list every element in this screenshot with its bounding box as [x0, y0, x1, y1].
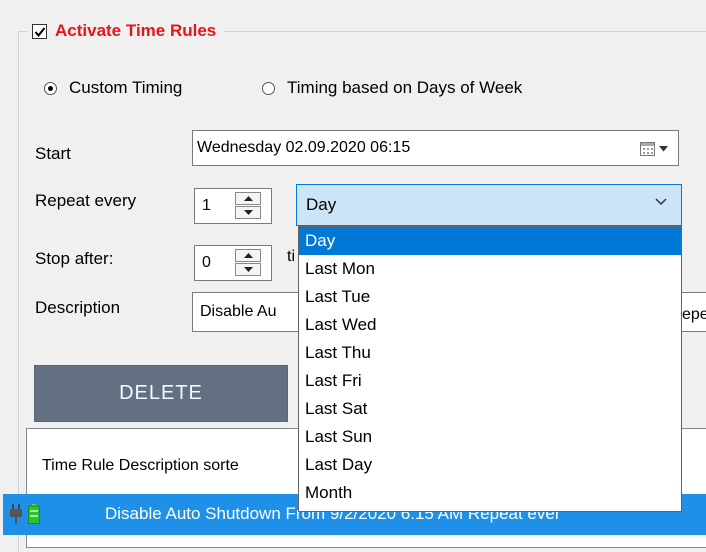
repeat-unit-dropdown-list[interactable]: Day Last Mon Last Tue Last Wed Last Thu …	[298, 226, 682, 512]
arrow-down-icon	[244, 267, 253, 272]
dropdown-option-last-wed[interactable]: Last Wed	[299, 311, 681, 339]
arrow-up-icon	[244, 253, 253, 258]
radio-custom-timing-button[interactable]	[44, 81, 57, 95]
repeat-unit-value: Day	[306, 195, 337, 214]
repeat-decrement-button[interactable]	[235, 206, 261, 219]
dropdown-option-last-thu[interactable]: Last Thu	[299, 339, 681, 367]
dropdown-option-day[interactable]: Day	[299, 227, 681, 255]
group-header: Activate Time Rules	[28, 18, 225, 44]
radio-days-of-week-button[interactable]	[262, 81, 275, 95]
stop-after-stepper[interactable]: 0	[194, 245, 272, 281]
power-plug-icon	[10, 504, 22, 524]
start-label: Start	[35, 144, 71, 163]
checkmark-icon	[34, 26, 46, 37]
start-datetime-value: Wednesday 02.09.2020 06:15	[197, 139, 411, 156]
dropdown-option-month[interactable]: Month	[299, 479, 681, 507]
activate-time-rules-checkbox[interactable]	[32, 23, 47, 39]
arrow-down-icon	[244, 210, 253, 215]
description-label: Description	[35, 298, 121, 317]
radio-custom-timing-label: Custom Timing	[69, 78, 183, 97]
repeat-count-value: 1	[202, 197, 211, 214]
delete-button[interactable]: DELETE	[34, 365, 288, 422]
dropdown-option-last-mon[interactable]: Last Mon	[299, 255, 681, 283]
radio-custom-timing[interactable]: Custom Timing	[44, 78, 182, 98]
description-value: Disable Au	[200, 303, 277, 320]
battery-icon	[28, 504, 40, 524]
start-datetime-picker[interactable]: Wednesday 02.09.2020 06:15	[192, 130, 679, 166]
dropdown-option-last-day[interactable]: Last Day	[299, 451, 681, 479]
stop-after-value: 0	[202, 254, 211, 271]
repeat-count-stepper[interactable]: 1	[194, 188, 272, 224]
chevron-down-icon	[655, 198, 667, 206]
repeat-increment-button[interactable]	[235, 192, 261, 205]
radio-days-of-week-label: Timing based on Days of Week	[287, 78, 523, 97]
description-tail-text: epe	[682, 306, 706, 323]
calendar-dropdown-icon[interactable]	[640, 141, 668, 157]
group-title: Activate Time Rules	[55, 21, 217, 40]
arrow-up-icon	[244, 196, 253, 201]
radio-days-of-week[interactable]: Timing based on Days of Week	[262, 78, 522, 98]
dropdown-option-last-fri[interactable]: Last Fri	[299, 367, 681, 395]
stop-after-label: Stop after:	[35, 249, 114, 268]
stop-decrement-button[interactable]	[235, 263, 261, 276]
repeat-unit-select[interactable]: Day	[296, 184, 682, 226]
list-column-header[interactable]: Time Rule Description sorte	[42, 457, 239, 475]
dropdown-option-last-tue[interactable]: Last Tue	[299, 283, 681, 311]
repeat-label: Repeat every	[35, 191, 137, 210]
dropdown-option-last-sun[interactable]: Last Sun	[299, 423, 681, 451]
dropdown-option-last-sat[interactable]: Last Sat	[299, 395, 681, 423]
stop-increment-button[interactable]	[235, 249, 261, 262]
stop-after-suffix: ti	[287, 248, 295, 265]
